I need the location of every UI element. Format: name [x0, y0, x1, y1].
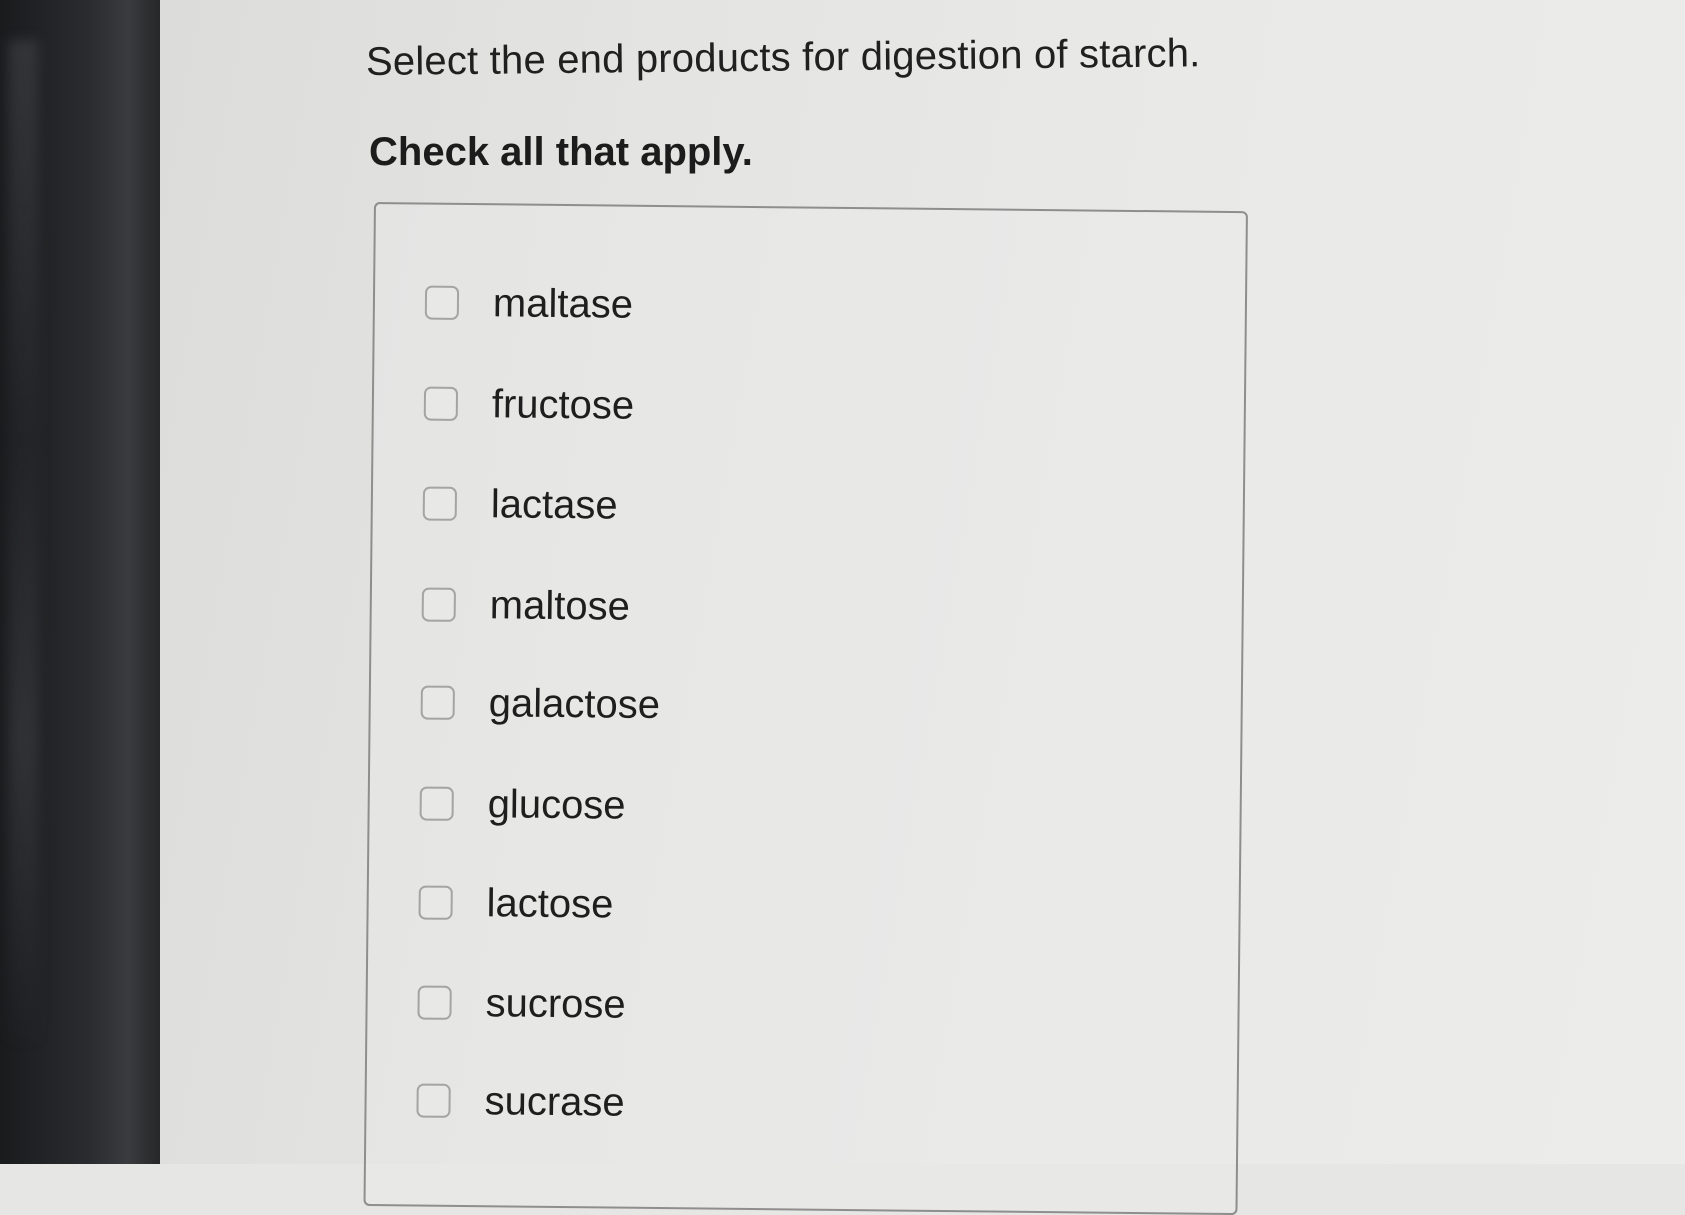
option-label[interactable]: sucrose	[485, 981, 626, 1027]
option-label[interactable]: maltose	[490, 583, 631, 629]
option-lactose[interactable]: lactose	[418, 875, 614, 933]
checkbox[interactable]	[419, 786, 454, 821]
option-label[interactable]: maltase	[493, 281, 634, 327]
checkbox[interactable]	[418, 885, 453, 920]
options-panel: maltase fructose lactase maltose galacto…	[363, 202, 1248, 1215]
option-sucrose[interactable]: sucrose	[417, 975, 626, 1033]
checkbox[interactable]	[423, 386, 459, 421]
instruction-text: Check all that apply.	[369, 130, 753, 174]
option-sucrase[interactable]: sucrase	[416, 1072, 625, 1130]
checkbox[interactable]	[424, 285, 460, 320]
checkbox[interactable]	[417, 985, 452, 1020]
option-galactose[interactable]: galactose	[420, 675, 660, 734]
option-maltase[interactable]: maltase	[424, 275, 634, 333]
checkbox[interactable]	[416, 1083, 451, 1118]
question-text: Select the end products for digestion of…	[365, 31, 1201, 84]
option-label[interactable]: sucrase	[484, 1079, 625, 1125]
option-label[interactable]: galactose	[489, 681, 661, 728]
option-glucose[interactable]: glucose	[419, 776, 626, 834]
checkbox[interactable]	[421, 587, 456, 622]
monitor-bezel	[0, 0, 160, 1164]
option-label[interactable]: lactose	[486, 881, 613, 927]
option-label[interactable]: glucose	[487, 782, 625, 828]
option-label[interactable]: fructose	[492, 382, 635, 428]
checkbox[interactable]	[422, 486, 458, 521]
option-fructose[interactable]: fructose	[423, 376, 635, 434]
bezel-glare	[8, 40, 38, 1040]
checkbox[interactable]	[420, 685, 455, 720]
option-label[interactable]: lactase	[491, 482, 618, 528]
option-lactase[interactable]: lactase	[422, 476, 618, 534]
option-maltose[interactable]: maltose	[421, 577, 630, 635]
